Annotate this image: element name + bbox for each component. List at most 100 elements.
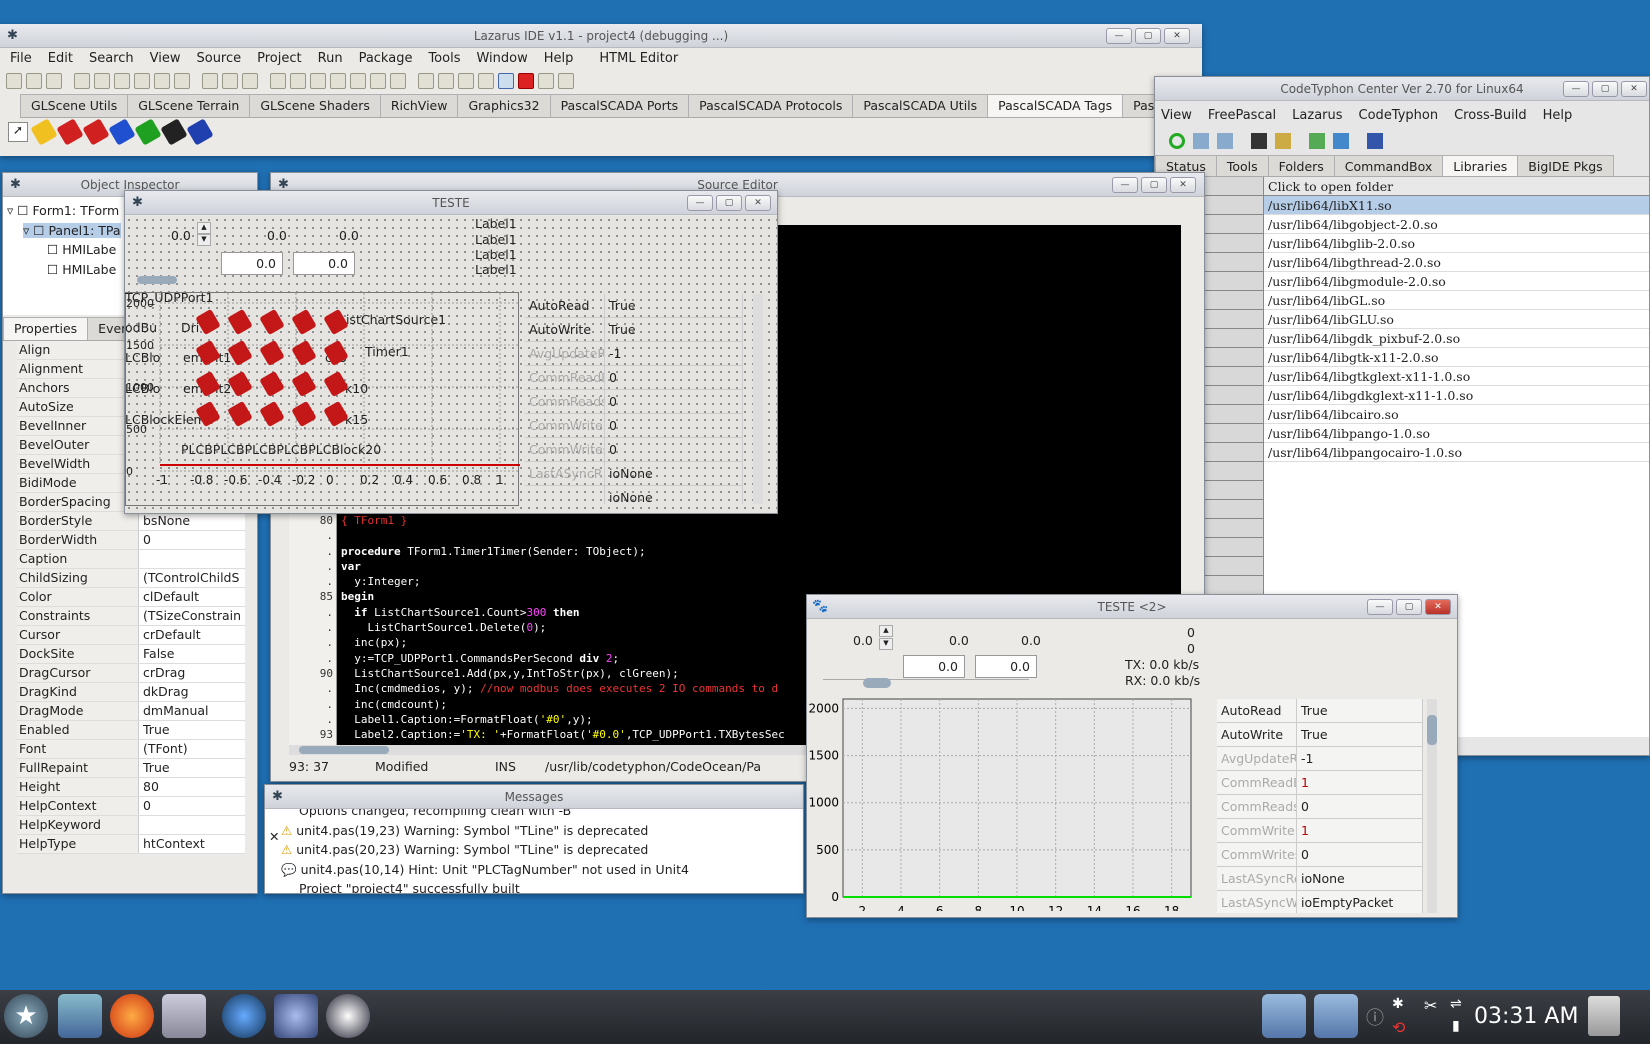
menu-view[interactable]: View bbox=[144, 48, 191, 70]
tab-glscene-utils[interactable]: GLScene Utils bbox=[20, 94, 129, 117]
tag-bit-icon[interactable] bbox=[134, 118, 162, 146]
build-icon[interactable] bbox=[350, 73, 366, 89]
grid-prop-value[interactable]: 0 bbox=[605, 414, 743, 438]
terminal-icon[interactable] bbox=[1251, 133, 1267, 149]
spin-up-button[interactable]: ▲ bbox=[197, 222, 211, 234]
design-vscrollbar[interactable] bbox=[753, 294, 763, 504]
info-icon[interactable]: ⓘ bbox=[1366, 1004, 1384, 1030]
property-value[interactable]: crDrag bbox=[139, 664, 185, 682]
lib-path-row[interactable]: /usr/lib64/libgtk-x11-2.0.so bbox=[1264, 348, 1649, 367]
lib-path-row[interactable]: /usr/lib64/libgdk_pixbuf-2.0.so bbox=[1264, 329, 1649, 348]
comp-block20[interactable]: PLCBPLCBPLCBPLCBPLCBlock20 bbox=[181, 442, 381, 457]
menu-edit[interactable]: Edit bbox=[42, 48, 83, 70]
message-line[interactable]: Options changed, recompiling clean with … bbox=[281, 809, 803, 821]
menu-package[interactable]: Package bbox=[353, 48, 423, 70]
lib-path-row[interactable]: /usr/lib64/libgthread-2.0.so bbox=[1264, 253, 1649, 272]
comp-timer[interactable]: Timer1 bbox=[365, 344, 409, 359]
image-icon[interactable] bbox=[1275, 133, 1291, 149]
revert-icon[interactable] bbox=[114, 73, 130, 89]
se-minimize-button[interactable]: — bbox=[1112, 177, 1138, 193]
grid-prop-value[interactable]: -1 bbox=[1297, 747, 1423, 771]
lib-path-row[interactable]: /usr/lib64/libX11.so bbox=[1264, 196, 1649, 215]
property-row[interactable]: Enabled True bbox=[17, 721, 245, 740]
tag-component-icon[interactable] bbox=[30, 118, 58, 146]
lib-path-row[interactable]: /usr/lib64/libcairo.so bbox=[1264, 405, 1649, 424]
ct-menu-codetyphon[interactable]: CodeTyphon bbox=[1353, 101, 1449, 131]
firefox-icon[interactable] bbox=[110, 994, 154, 1038]
value-slider[interactable] bbox=[823, 678, 1029, 688]
menu-tools[interactable]: Tools bbox=[422, 48, 470, 70]
lib-path-row[interactable]: /usr/lib64/libgobject-2.0.so bbox=[1264, 215, 1649, 234]
property-value[interactable]: True bbox=[139, 759, 170, 777]
property-value[interactable]: dmManual bbox=[139, 702, 209, 720]
tab-pascalscada-utils[interactable]: PascalSCADA Utils bbox=[852, 94, 989, 117]
grid-prop-value[interactable]: 0 bbox=[1297, 795, 1423, 819]
property-row[interactable]: BorderWidth 0 bbox=[17, 531, 245, 550]
property-row[interactable]: HelpContext 0 bbox=[17, 797, 245, 816]
tag-user-icon[interactable] bbox=[186, 118, 214, 146]
folder-icon[interactable] bbox=[1262, 994, 1306, 1038]
menu-file[interactable]: File bbox=[4, 48, 42, 70]
menu-run[interactable]: Run bbox=[312, 48, 353, 70]
tag-block-icon[interactable] bbox=[56, 118, 84, 146]
folder-tree-icon[interactable] bbox=[1193, 133, 1209, 149]
stop-icon[interactable] bbox=[518, 73, 534, 89]
property-row[interactable]: Constraints (TSizeConstrain bbox=[17, 607, 245, 626]
teste2-maximize-button[interactable]: ▢ bbox=[1396, 599, 1422, 615]
select-tool-icon[interactable]: ➚ bbox=[8, 122, 28, 142]
grid-prop-value[interactable]: -1 bbox=[605, 342, 743, 366]
component-icon[interactable] bbox=[418, 73, 434, 89]
trash-icon[interactable] bbox=[1588, 996, 1620, 1036]
tag-string-icon[interactable] bbox=[108, 118, 136, 146]
msg-titlebar[interactable]: ✱ Messages bbox=[265, 785, 803, 809]
comp-block10[interactable]: k10 bbox=[345, 381, 368, 396]
file-manager-icon[interactable] bbox=[58, 994, 102, 1038]
grid-prop-value[interactable]: ioNone bbox=[1297, 867, 1423, 891]
design-surface[interactable]: 0.0 0.0 0.0 ▲ ▼ 0.0 0.0 Label1 Label1 La… bbox=[125, 216, 777, 513]
property-value[interactable]: clDefault bbox=[139, 588, 199, 606]
grid-prop-value[interactable]: True bbox=[1297, 699, 1423, 723]
teste2-minimize-button[interactable]: — bbox=[1367, 599, 1393, 615]
value-input-1[interactable]: 0.0 bbox=[903, 655, 965, 678]
scissors-icon[interactable]: ✂ bbox=[1424, 996, 1437, 1015]
value-input-1[interactable]: 0.0 bbox=[221, 252, 283, 275]
menu-html-editor[interactable]: HTML Editor bbox=[583, 48, 688, 70]
step-icon[interactable] bbox=[478, 73, 494, 89]
message-line[interactable]: ⚠ unit4.pas(19,23) Warning: Symbol "TLin… bbox=[281, 821, 803, 841]
grid-prop-value[interactable]: 0 bbox=[605, 438, 743, 462]
toggle-form-icon[interactable] bbox=[202, 73, 218, 89]
maximize-button[interactable]: ▢ bbox=[1135, 28, 1161, 44]
comp-modbus[interactable]: odBu bbox=[125, 320, 157, 335]
property-value[interactable]: (TControlChildS bbox=[139, 569, 239, 587]
tab-graphics32[interactable]: Graphics32 bbox=[457, 94, 551, 117]
tab-pascalscada-protocols[interactable]: PascalSCADA Protocols bbox=[688, 94, 854, 117]
property-value[interactable] bbox=[139, 550, 143, 568]
se-close-button[interactable]: ✕ bbox=[1170, 177, 1196, 193]
ct-menu-lazarus[interactable]: Lazarus bbox=[1286, 101, 1352, 131]
ct-menu-cross-build[interactable]: Cross-Build bbox=[1448, 101, 1537, 131]
menu-source[interactable]: Source bbox=[190, 48, 251, 70]
spin-down-button[interactable]: ▼ bbox=[197, 234, 211, 246]
paw-app-icon[interactable] bbox=[326, 994, 370, 1038]
save-as-icon[interactable] bbox=[222, 73, 238, 89]
ct-tab-folders[interactable]: Folders bbox=[1267, 155, 1335, 176]
start-menu-icon[interactable]: ★ bbox=[4, 994, 48, 1038]
lib-path-row[interactable]: /usr/lib64/libpango-1.0.so bbox=[1264, 424, 1649, 443]
pkg-icon[interactable] bbox=[370, 73, 386, 89]
ct-tab-tools[interactable]: Tools bbox=[1215, 155, 1269, 176]
tab-properties[interactable]: Properties bbox=[3, 317, 89, 340]
grid-prop-value[interactable]: 0 bbox=[1297, 843, 1423, 867]
property-value[interactable]: True bbox=[139, 721, 170, 739]
teste2-titlebar[interactable]: 🐾 TESTE <2> — ▢ ✕ bbox=[807, 595, 1457, 619]
property-row[interactable]: Height 80 bbox=[17, 778, 245, 797]
tab-richview[interactable]: RichView bbox=[379, 94, 459, 117]
teste-close-button[interactable]: ✕ bbox=[745, 195, 771, 211]
property-row[interactable]: BorderStyle bsNone bbox=[17, 512, 245, 531]
grid-prop-value[interactable]: True bbox=[605, 294, 743, 318]
property-value[interactable] bbox=[139, 816, 143, 834]
grid-prop-value[interactable]: True bbox=[605, 318, 743, 342]
property-row[interactable]: DragMode dmManual bbox=[17, 702, 245, 721]
lib-path-row[interactable]: /usr/lib64/libpangocairo-1.0.so bbox=[1264, 443, 1649, 462]
slider-track[interactable] bbox=[137, 276, 177, 284]
grid-prop-value[interactable]: ioEmptyPacket bbox=[1297, 891, 1423, 913]
